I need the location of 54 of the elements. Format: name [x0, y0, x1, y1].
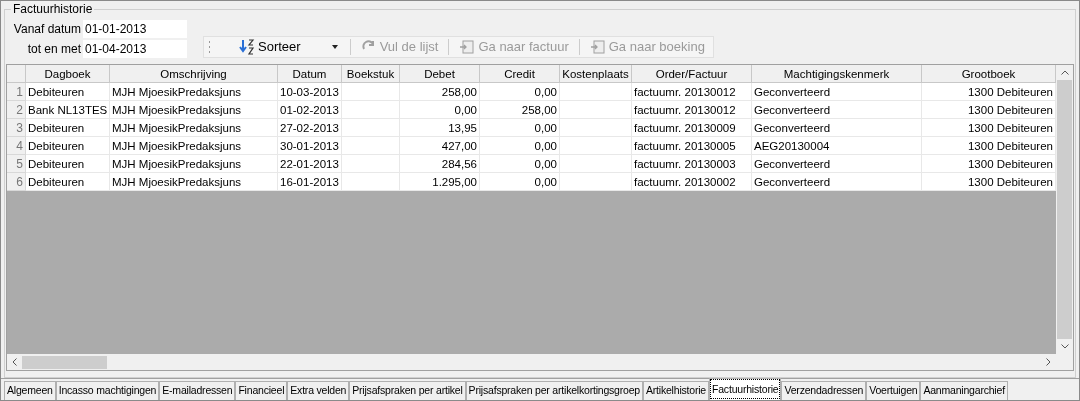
date-field[interactable]: 01-04-2013 — [83, 40, 187, 58]
table-cell: Geconverteerd — [752, 173, 922, 191]
table-cell: MJH MjoesikPredaksjuns — [110, 173, 278, 191]
row-number: 5 — [7, 155, 26, 173]
tab[interactable]: Factuurhistorie — [709, 378, 782, 400]
date-field[interactable]: 01-01-2013 — [83, 20, 187, 38]
scroll-down-icon[interactable] — [1060, 344, 1069, 349]
table-corner — [7, 65, 26, 83]
tab[interactable]: Extra velden — [287, 381, 350, 400]
tab[interactable]: Prijsafspraken per artikelkortingsgroep — [465, 381, 643, 400]
toolbar-button[interactable]: Sorteer — [235, 37, 342, 57]
column-header[interactable]: Datum — [278, 65, 342, 83]
tab[interactable]: Algemeen — [4, 381, 56, 400]
scroll-up-icon[interactable] — [1060, 70, 1069, 75]
scroll-left-icon[interactable] — [12, 358, 17, 366]
column-header[interactable]: Boekstuk — [342, 65, 400, 83]
row-number: 2 — [7, 101, 26, 119]
dropdown-caret-icon — [331, 45, 338, 49]
tab[interactable]: Artikelhistorie — [643, 381, 709, 400]
sort-icon — [239, 39, 255, 55]
table-cell: factuumr. 20130002 — [632, 173, 752, 191]
scrollbar-thumb[interactable] — [22, 355, 107, 369]
tab[interactable]: Financieel — [235, 381, 288, 400]
column-header[interactable]: Omschrijving — [110, 65, 278, 83]
row-number: 6 — [7, 173, 26, 191]
tab[interactable]: Prijsafspraken per artikel — [349, 381, 466, 400]
date-label: Vanaf datum — [12, 21, 82, 38]
document-icon — [589, 39, 606, 55]
column-header[interactable]: Debet — [400, 65, 480, 83]
column-header[interactable]: Credit — [480, 65, 560, 83]
tab[interactable]: Voertuigen — [866, 381, 921, 400]
scroll-right-icon[interactable] — [1046, 358, 1051, 366]
table-cell — [560, 173, 632, 191]
tab[interactable]: Verzendadressen — [781, 381, 867, 400]
table-cell — [342, 173, 400, 191]
tab[interactable]: E-mailadressen — [159, 381, 236, 400]
column-header[interactable]: Order/Factuur — [632, 65, 752, 83]
table-cell: 0,00 — [480, 173, 560, 191]
scrollbar-thumb[interactable] — [1057, 80, 1072, 339]
tab[interactable]: Aanmaningarchief — [920, 381, 1008, 400]
column-header[interactable]: Kostenplaats — [560, 65, 632, 83]
column-header[interactable]: Grootboek — [922, 65, 1056, 83]
row-number: 1 — [7, 83, 26, 101]
table-cell: 1.295,00 — [400, 173, 480, 191]
row-number: 3 — [7, 119, 26, 137]
date-label: tot en met — [26, 41, 82, 58]
table-cell: Debiteuren — [26, 173, 110, 191]
tab[interactable]: Incasso machtigingen — [55, 381, 160, 400]
row-number: 4 — [7, 137, 26, 155]
table-cell: 16-01-2013 — [278, 173, 342, 191]
toolbar-grip-icon — [208, 41, 211, 53]
column-header[interactable]: Dagboek — [26, 65, 110, 83]
column-header[interactable]: Machtigingskenmerk — [752, 65, 922, 83]
document-icon — [459, 39, 476, 55]
